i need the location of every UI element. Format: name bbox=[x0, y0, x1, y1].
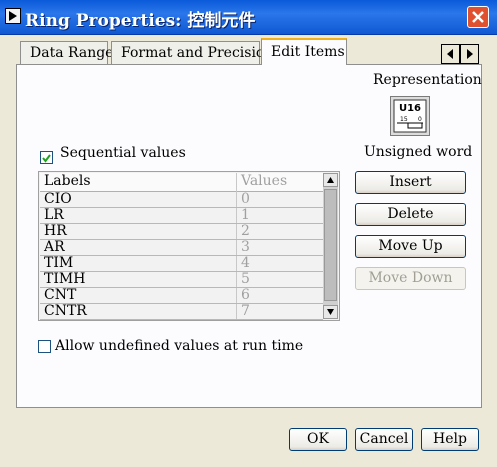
row-label: TIMH bbox=[44, 271, 86, 287]
row-label: AR bbox=[44, 239, 65, 255]
table-row[interactable]: TIMH 5 bbox=[40, 271, 323, 288]
svg-text:U16: U16 bbox=[399, 103, 421, 114]
row-value: 7 bbox=[241, 303, 250, 319]
arrow-right-icon bbox=[467, 49, 473, 59]
representation-value: Unsigned word bbox=[364, 144, 473, 160]
table-row[interactable]: TIM 4 bbox=[40, 255, 323, 272]
tab-data-range[interactable]: Data Range bbox=[20, 41, 113, 65]
table-row[interactable]: CNT 6 bbox=[40, 287, 323, 304]
row-label: LR bbox=[44, 207, 64, 223]
table-row[interactable]: LR 1 bbox=[40, 207, 323, 224]
checkmark-icon bbox=[42, 154, 51, 163]
arrow-down-icon bbox=[327, 309, 334, 315]
window-title: Ring Properties: 控制元件 bbox=[25, 11, 256, 31]
close-button[interactable] bbox=[467, 6, 489, 28]
scroll-down-button[interactable] bbox=[323, 305, 338, 319]
row-value: 1 bbox=[241, 207, 250, 223]
tab-format-and-precision[interactable]: Format and Precision bbox=[111, 41, 273, 65]
scroll-up-button[interactable] bbox=[323, 173, 338, 187]
svg-text:0: 0 bbox=[418, 116, 422, 123]
svg-text:15: 15 bbox=[400, 116, 408, 123]
row-value: 3 bbox=[241, 239, 250, 255]
table-header: Labels Values bbox=[40, 173, 323, 192]
items-table[interactable]: Labels Values CIO 0 LR 1 HR 2 AR 3 TIM 4 TIMH 5 CNT 6… bbox=[38, 171, 340, 321]
tab-scroll-left-button[interactable] bbox=[441, 44, 460, 64]
sequential-values-label: Sequential values bbox=[60, 145, 186, 161]
scroll-thumb[interactable] bbox=[324, 189, 337, 301]
app-icon bbox=[5, 8, 21, 24]
delete-button[interactable]: Delete bbox=[355, 203, 466, 226]
cancel-button[interactable]: Cancel bbox=[355, 428, 413, 451]
row-label: CIO bbox=[44, 191, 72, 207]
arrow-left-icon bbox=[447, 49, 453, 59]
representation-selector[interactable]: U16 15 0 bbox=[390, 96, 430, 136]
table-row[interactable]: CIO 0 bbox=[40, 191, 323, 208]
allow-undefined-label: Allow undefined values at run time bbox=[55, 338, 304, 354]
title-bar: Ring Properties: 控制元件 bbox=[0, 0, 497, 35]
row-label: HR bbox=[44, 223, 67, 239]
column-header-labels: Labels bbox=[44, 173, 91, 189]
row-value: 2 bbox=[241, 223, 250, 239]
column-header-values: Values bbox=[241, 173, 288, 189]
arrow-up-icon bbox=[327, 177, 334, 183]
table-scrollbar[interactable] bbox=[323, 173, 338, 319]
representation-label: Representation bbox=[373, 72, 482, 88]
allow-undefined-checkbox[interactable] bbox=[38, 340, 51, 353]
close-icon bbox=[472, 11, 484, 23]
row-value: 0 bbox=[241, 191, 250, 207]
row-value: 5 bbox=[241, 271, 250, 287]
row-label: CNTR bbox=[44, 303, 87, 319]
ok-button[interactable]: OK bbox=[289, 428, 347, 451]
move-down-button[interactable]: Move Down bbox=[355, 267, 466, 290]
row-value: 6 bbox=[241, 287, 250, 303]
u16-icon: U16 15 0 bbox=[393, 99, 427, 133]
table-row[interactable]: HR 2 bbox=[40, 223, 323, 240]
insert-button[interactable]: Insert bbox=[355, 171, 466, 194]
table-row[interactable]: AR 3 bbox=[40, 239, 323, 256]
move-up-button[interactable]: Move Up bbox=[355, 235, 466, 258]
row-value: 4 bbox=[241, 255, 250, 271]
table-row[interactable]: CNTR 7 bbox=[40, 303, 323, 320]
row-label: CNT bbox=[44, 287, 77, 303]
help-button[interactable]: Help bbox=[421, 428, 479, 451]
tab-scroll-right-button[interactable] bbox=[460, 44, 479, 64]
row-label: TIM bbox=[44, 255, 74, 271]
tab-edit-items[interactable]: Edit Items bbox=[261, 38, 347, 65]
sequential-values-checkbox[interactable] bbox=[40, 151, 53, 164]
